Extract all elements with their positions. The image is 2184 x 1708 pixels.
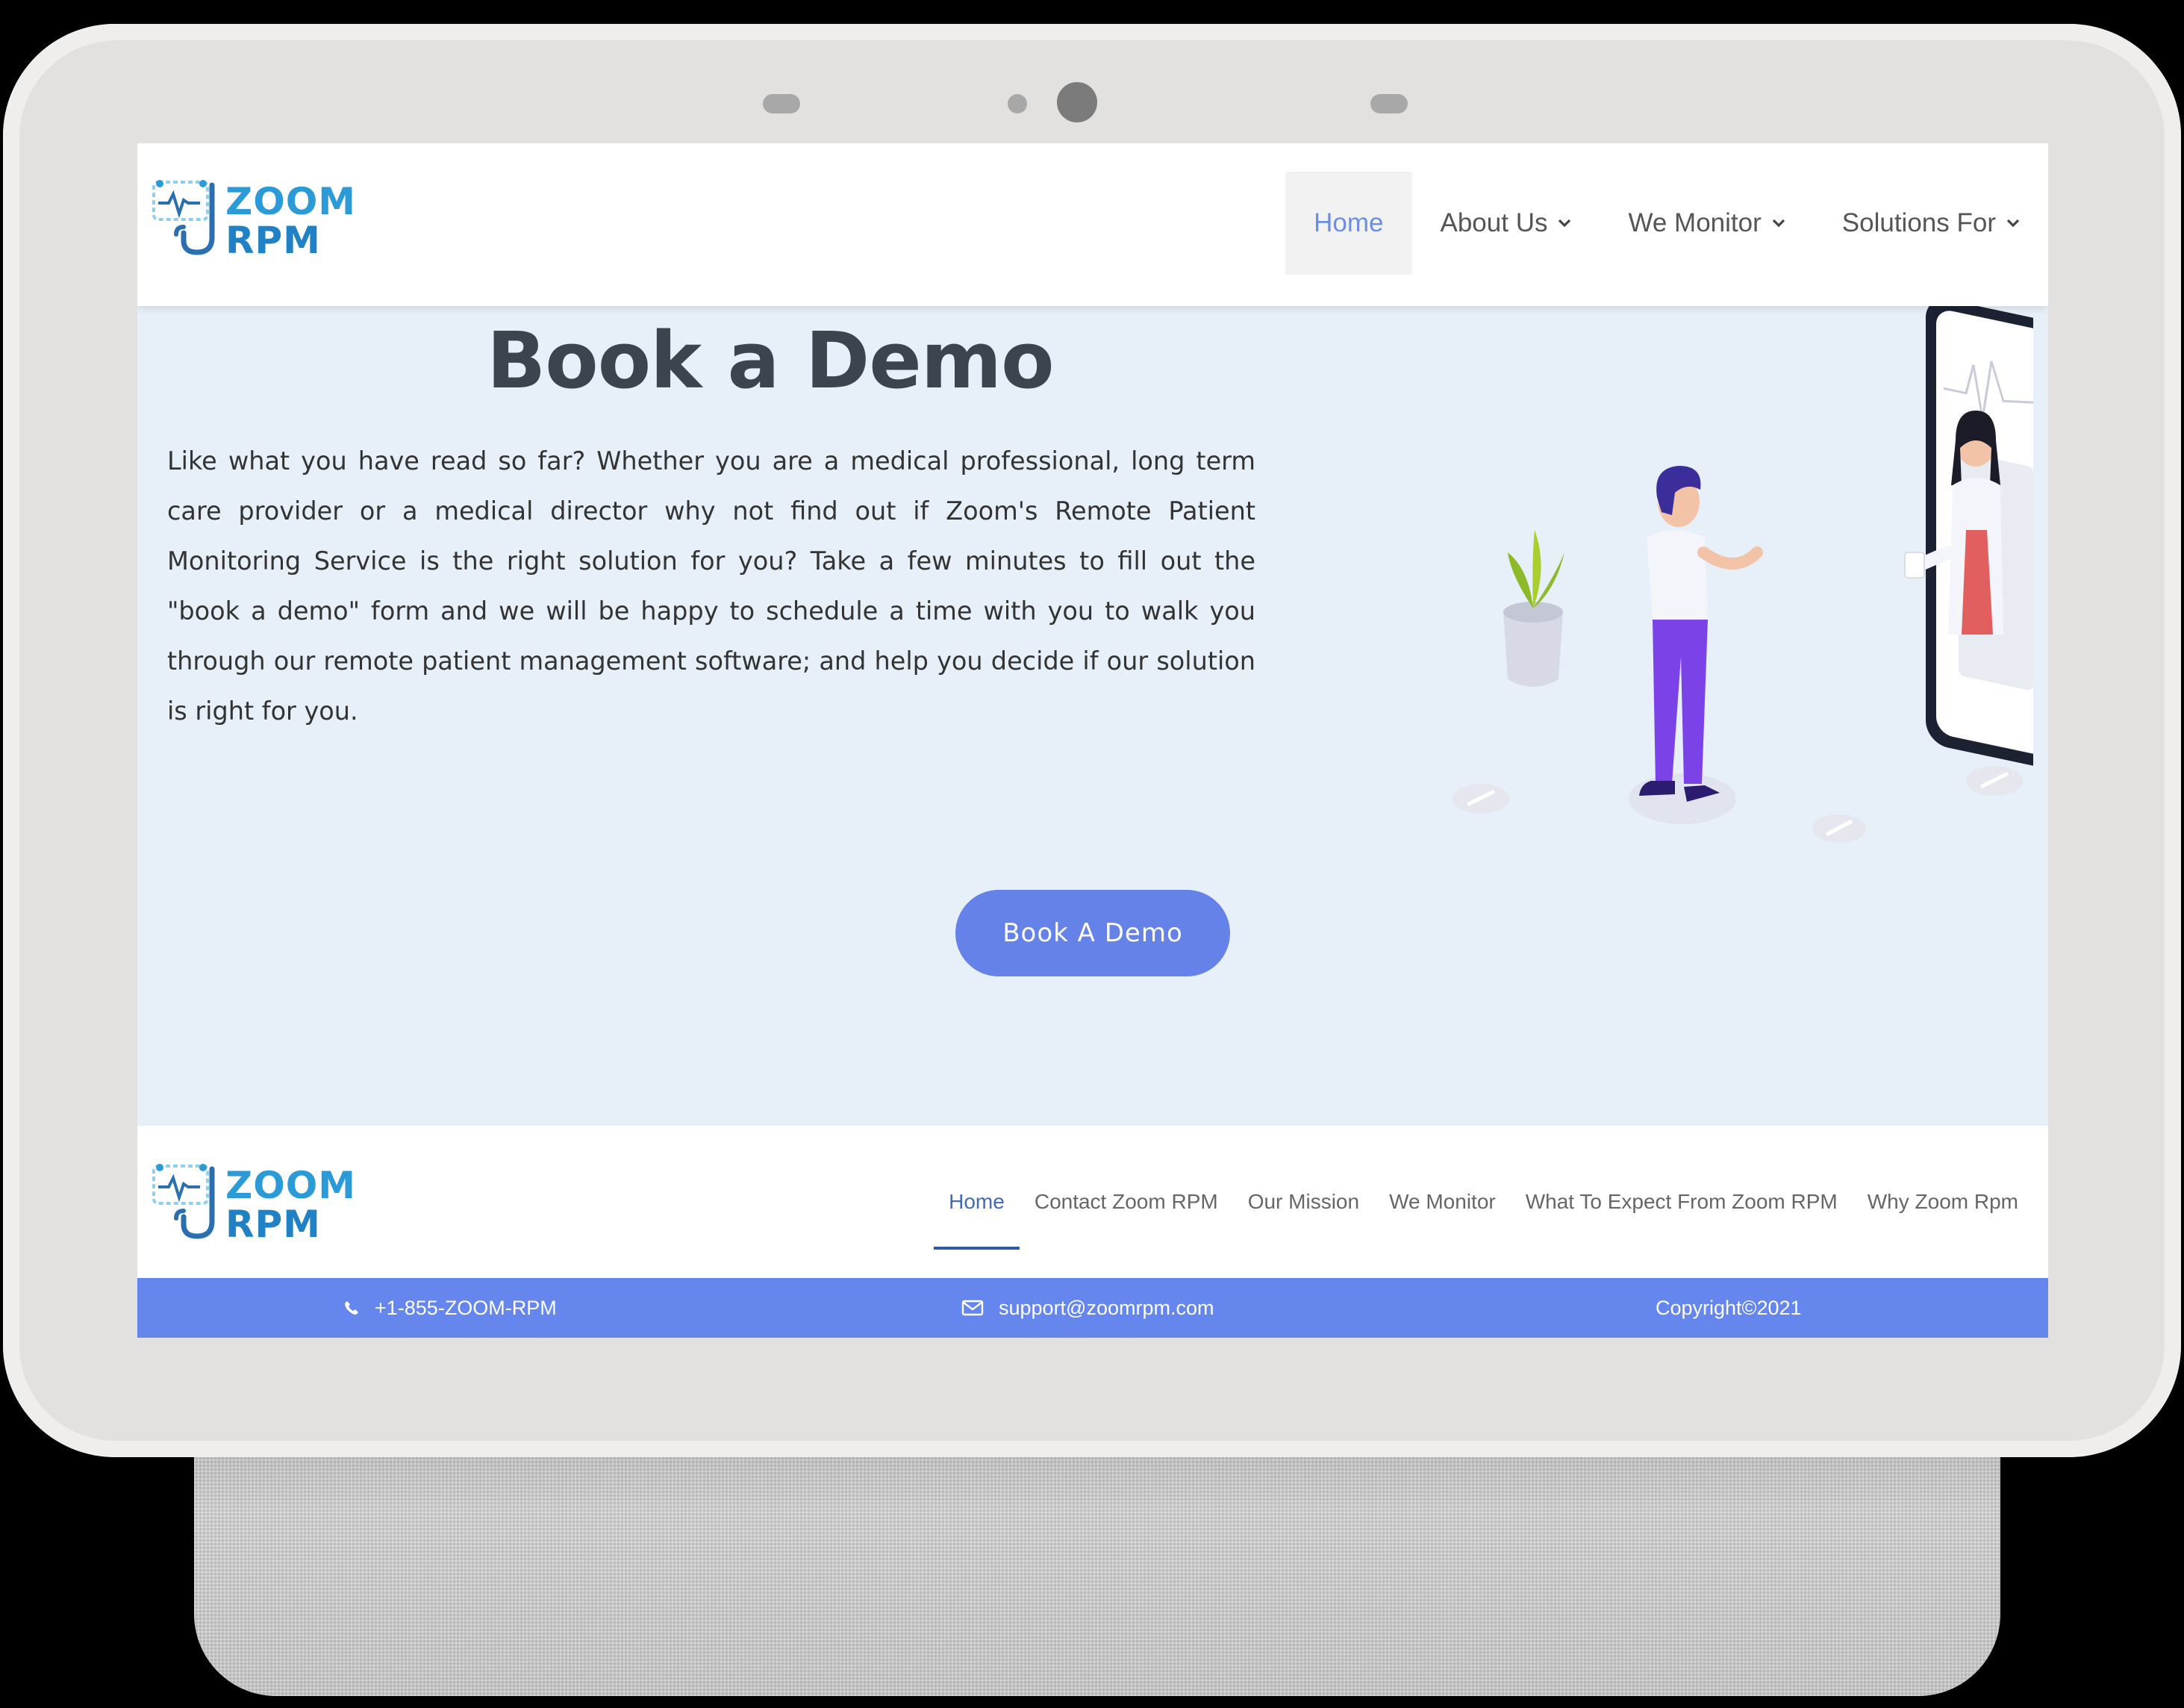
nav-item-home[interactable]: Home [1285, 172, 1412, 275]
footer-nav-label: Home [949, 1190, 1005, 1213]
nav-label: We Monitor [1628, 208, 1762, 237]
book-demo-button[interactable]: Book A Demo [955, 890, 1230, 976]
chevron-down-icon [1559, 219, 1571, 228]
chevron-down-icon [1772, 219, 1785, 228]
nav-item-we-monitor[interactable]: We Monitor [1600, 172, 1813, 275]
stethoscope-logo-icon [152, 180, 215, 255]
footer-nav-label: Our Mission [1247, 1190, 1360, 1213]
footer-nav-why-zoom-rpm[interactable]: Why Zoom Rpm [1853, 1126, 2033, 1278]
nav-label: Solutions For [1841, 208, 1996, 237]
chevron-down-icon [2006, 219, 2020, 228]
screen: ZOOM RPM Home About Us We Monitor Soluti… [137, 143, 2048, 1338]
logo-wordmark: ZOOM RPM [225, 1166, 356, 1244]
sensor-left [763, 94, 800, 113]
phone-icon [345, 1301, 358, 1315]
envelope-icon [961, 1300, 984, 1316]
stethoscope-logo-icon [152, 1164, 215, 1239]
camera-icon [1057, 82, 1097, 122]
copyright: Copyright©2021 [1656, 1278, 1802, 1338]
email-address: support@zoomrpm.com [999, 1296, 1214, 1319]
page-title: Book a Demo [487, 315, 1055, 406]
footer-nav-label: Why Zoom Rpm [1867, 1190, 2018, 1213]
logo-line-2: RPM [225, 219, 321, 262]
nav-item-about-us[interactable]: About Us [1412, 172, 1600, 275]
logo-line-2: RPM [225, 1203, 321, 1246]
footer-nav-label: Contact Zoom RPM [1034, 1190, 1218, 1213]
footer-nav-home[interactable]: Home [934, 1126, 1020, 1278]
footer-nav-we-monitor[interactable]: We Monitor [1374, 1126, 1511, 1278]
contact-bar: +1-855-ZOOM-RPM support@zoomrpm.com Copy… [137, 1278, 2048, 1338]
logo-wordmark: ZOOM RPM [225, 182, 356, 260]
light-sensor [1008, 94, 1027, 113]
nav-label: Home [1314, 208, 1384, 237]
footer-nav-what-to-expect[interactable]: What To Expect From Zoom RPM [1511, 1126, 1853, 1278]
site-logo[interactable]: ZOOM RPM [151, 178, 375, 267]
nav-label: About Us [1440, 208, 1548, 237]
footer-nav: Home Contact Zoom RPM Our Mission We Mon… [934, 1126, 2033, 1278]
footer-nav-label: What To Expect From Zoom RPM [1525, 1190, 1838, 1213]
logo-line-1: ZOOM [225, 1164, 357, 1207]
footer-nav-contact[interactable]: Contact Zoom RPM [1020, 1126, 1233, 1278]
phone-link[interactable]: +1-855-ZOOM-RPM [343, 1278, 557, 1338]
logo-line-1: ZOOM [225, 180, 357, 223]
footer-nav-our-mission[interactable]: Our Mission [1233, 1126, 1374, 1278]
main-nav: Home About Us We Monitor Solutions For [1285, 172, 2033, 275]
sensor-right [1370, 94, 1408, 113]
site-footer: ZOOM RPM Home Contact Zoom RPM Our Missi… [137, 1126, 2048, 1278]
phone-number: +1-855-ZOOM-RPM [375, 1296, 557, 1319]
nav-item-solutions-for[interactable]: Solutions For [1814, 172, 2033, 275]
footer-nav-label: We Monitor [1389, 1190, 1496, 1213]
doctor-consultation-illustration [1453, 306, 2033, 843]
hero-paragraph: Like what you have read so far? Whether … [167, 446, 1255, 726]
copyright-text: Copyright©2021 [1656, 1296, 1802, 1319]
email-link[interactable]: support@zoomrpm.com [961, 1278, 1214, 1338]
site-header: ZOOM RPM Home About Us We Monitor Soluti… [137, 143, 2048, 306]
footer-logo[interactable]: ZOOM RPM [151, 1162, 375, 1251]
